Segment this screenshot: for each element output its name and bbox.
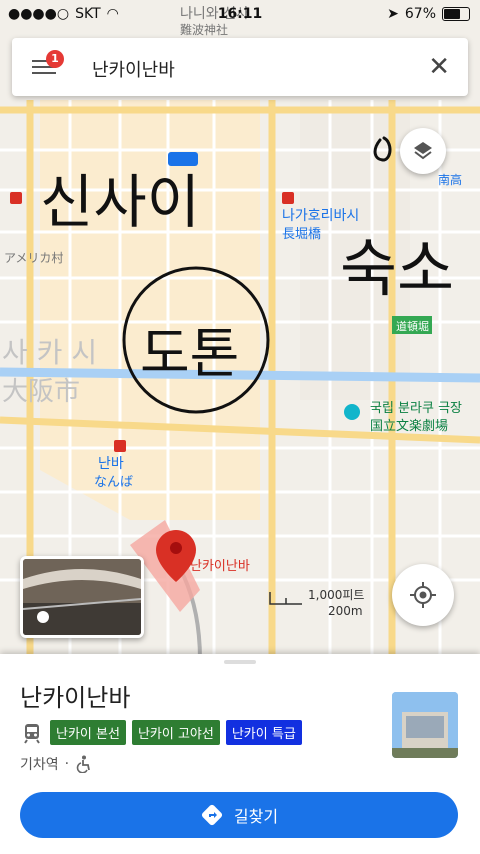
directions-icon [201,804,222,826]
search-bar[interactable]: 1 난카이난바 ✕ [12,38,468,96]
place-photo-image [392,692,458,758]
place-sheet[interactable]: 난카이난바 난카이 본선 난카이 고야선 난카이 특급 기차역 · 길찾기 [0,654,480,854]
label-minamitaka: 南高 [438,172,462,187]
battery-icon [442,7,470,21]
station-icon [282,192,294,204]
label-dotonbori-jp: 道頓堀 [396,319,429,333]
handwriting-dotonbori: 도톤 [140,322,239,385]
attraction-icon [344,404,360,420]
wheelchair-icon [76,755,90,773]
directions-label: 길찾기 [233,807,279,826]
scale-meters: 200m [328,604,363,618]
line-chip[interactable]: 난카이 본선 [50,720,126,745]
directions-button[interactable]: 길찾기 [20,792,458,838]
label-bunraku-jp: 国立文楽劇場 [370,418,448,434]
place-title: 난카이난바 [20,684,131,712]
layers-icon [414,142,432,160]
sheet-handle[interactable] [224,660,256,664]
label-osaka-city-jp: 大阪市 [2,377,80,407]
crosshair-icon [410,582,436,608]
label-namba-jp: なんば [94,475,133,490]
search-query[interactable]: 난카이난바 [92,56,175,82]
battery-percent: 67% [404,6,436,22]
handwriting-shinsaibashi: 신사이 [40,168,200,236]
label-america-mura: アメリカ村 [4,251,63,265]
label-nagahoribashi: 나가호리바시 [282,208,359,224]
handwriting-lodging: 숙소 [340,232,454,305]
label-nagahoribashi-jp: 長堀橋 [282,227,321,242]
meta-separator: · [64,756,70,772]
station-icon [10,192,22,204]
street-view-icon [37,611,49,623]
status-bar: ●●●●○ SKT ◠ 16:11 ➤ 67% [0,0,480,30]
street-view-thumbnail[interactable] [20,556,144,638]
place-photo[interactable] [392,692,458,758]
map-scale: 1,000피트 200m [268,586,378,620]
subway-icon [168,152,198,166]
line-chip[interactable]: 난카이 특급 [225,720,302,745]
transit-lines: 난카이 본선 난카이 고야선 난카이 특급 [20,720,302,745]
train-icon [24,723,40,744]
scale-feet: 1,000피트 [308,588,365,602]
line-chip[interactable]: 난카이 고야선 [131,720,220,745]
location-arrow-icon: ➤ [387,6,399,22]
place-meta: 기차역 · [20,754,93,774]
layers-button[interactable] [400,128,446,174]
label-nankai-namba: 난카이난바 [190,559,250,574]
label-namba: 난바 [98,456,124,472]
my-location-button[interactable] [392,564,454,626]
station-icon [114,440,126,452]
place-type: 기차역 [20,757,59,773]
notification-badge: 1 [46,50,64,68]
street-view-image [23,559,141,635]
close-icon[interactable]: ✕ [428,52,450,82]
label-osaka-city: 사 카 시 [2,336,97,369]
label-bunraku: 국립 분라쿠 극장 [370,401,462,416]
